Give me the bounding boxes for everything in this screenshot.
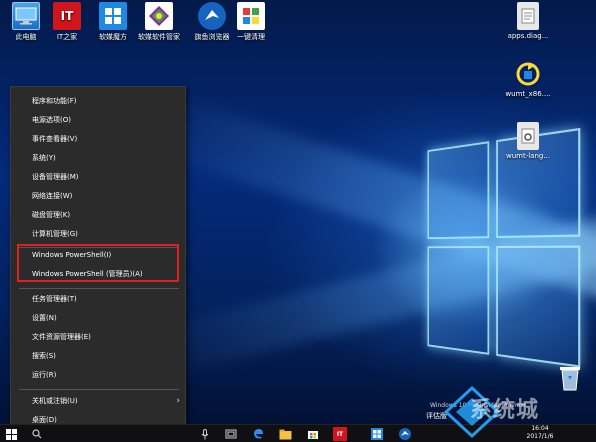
store-icon[interactable] <box>306 427 320 441</box>
menu-item-disk-management[interactable]: 磁盘管理(K) <box>11 206 187 224</box>
menu-item-system[interactable]: 系统(Y) <box>11 149 187 167</box>
settings-file-icon <box>517 122 539 150</box>
start-button-icon[interactable] <box>4 427 18 441</box>
menu-item-label: 关机或注销(U) <box>32 397 78 405</box>
desktop-icon-label: wumt_x86.... <box>505 90 551 98</box>
file-icon <box>517 2 539 30</box>
powershell-highlight-box <box>17 244 179 282</box>
desktop-icon-mofang[interactable]: 软媒魔方 <box>87 2 139 42</box>
edge-browser-icon[interactable] <box>251 427 265 441</box>
windows-logo-wallpaper <box>427 127 583 372</box>
desktop-icon-it-home[interactable]: IT IT之家 <box>41 2 93 42</box>
task-view-icon[interactable] <box>224 427 238 441</box>
menu-item-network-connections[interactable]: 网络连接(W) <box>11 187 187 205</box>
desktop-icon-label: 一键清理 <box>237 33 265 41</box>
menu-item-file-explorer[interactable]: 文件资源管理器(E) <box>11 328 187 346</box>
software-manager-icon <box>145 2 173 30</box>
menu-item-settings[interactable]: 设置(N) <box>11 309 187 327</box>
menu-item-task-manager[interactable]: 任务管理器(T) <box>11 290 187 308</box>
chevron-right-icon: › <box>176 396 180 406</box>
desktop-icon-label: IT之家 <box>56 33 78 41</box>
this-pc-icon <box>12 2 40 30</box>
desktop-icon-label: 软媒魔方 <box>99 33 127 41</box>
desktop-icon-label: apps.diag... <box>507 32 549 40</box>
menu-separator <box>19 288 179 289</box>
menu-item-run[interactable]: 运行(R) <box>11 366 187 384</box>
menu-item-power-options[interactable]: 电源选项(O) <box>11 111 187 129</box>
it-home-icon: IT <box>53 2 81 30</box>
menu-item-computer-management[interactable]: 计算机管理(G) <box>11 225 187 243</box>
ruanmei-mofang-icon <box>99 2 127 30</box>
menu-item-programs-features[interactable]: 程序和功能(F) <box>11 92 187 110</box>
file-explorer-icon[interactable] <box>278 427 292 441</box>
desktop-icon-label: wumt-lang... <box>505 152 551 160</box>
wumt-icon <box>514 60 542 88</box>
desktop-icon-wumt[interactable]: wumt_x86.... <box>500 60 556 98</box>
desktop-icon-wumt-lang[interactable]: wumt-lang... <box>500 122 556 160</box>
qiyu-browser-icon <box>198 2 226 30</box>
menu-item-event-viewer[interactable]: 事件查看器(V) <box>11 130 187 148</box>
menu-item-device-manager[interactable]: 设备管理器(M) <box>11 168 187 186</box>
mofang-taskbar-icon[interactable] <box>370 427 384 441</box>
watermark-text: 系统城 <box>470 398 540 423</box>
desktop-icon-apps-diag[interactable]: apps.diag... <box>500 2 556 40</box>
it-home-taskbar-icon[interactable]: IT <box>333 427 347 441</box>
desktop-icon-label: 软媒软件管家 <box>138 33 180 41</box>
menu-separator <box>19 389 179 390</box>
desktop-icon-software-manager[interactable]: 软媒软件管家 <box>133 2 185 42</box>
microphone-icon[interactable] <box>198 427 212 441</box>
menu-item-shutdown-signout[interactable]: 关机或注销(U) › <box>11 392 187 410</box>
one-click-clean-icon <box>237 2 265 30</box>
search-icon[interactable] <box>30 427 44 441</box>
menu-item-search[interactable]: 搜索(S) <box>11 347 187 365</box>
qiyu-taskbar-icon[interactable] <box>398 427 412 441</box>
desktop-icon-one-click-clean[interactable]: 一键清理 <box>225 2 277 42</box>
